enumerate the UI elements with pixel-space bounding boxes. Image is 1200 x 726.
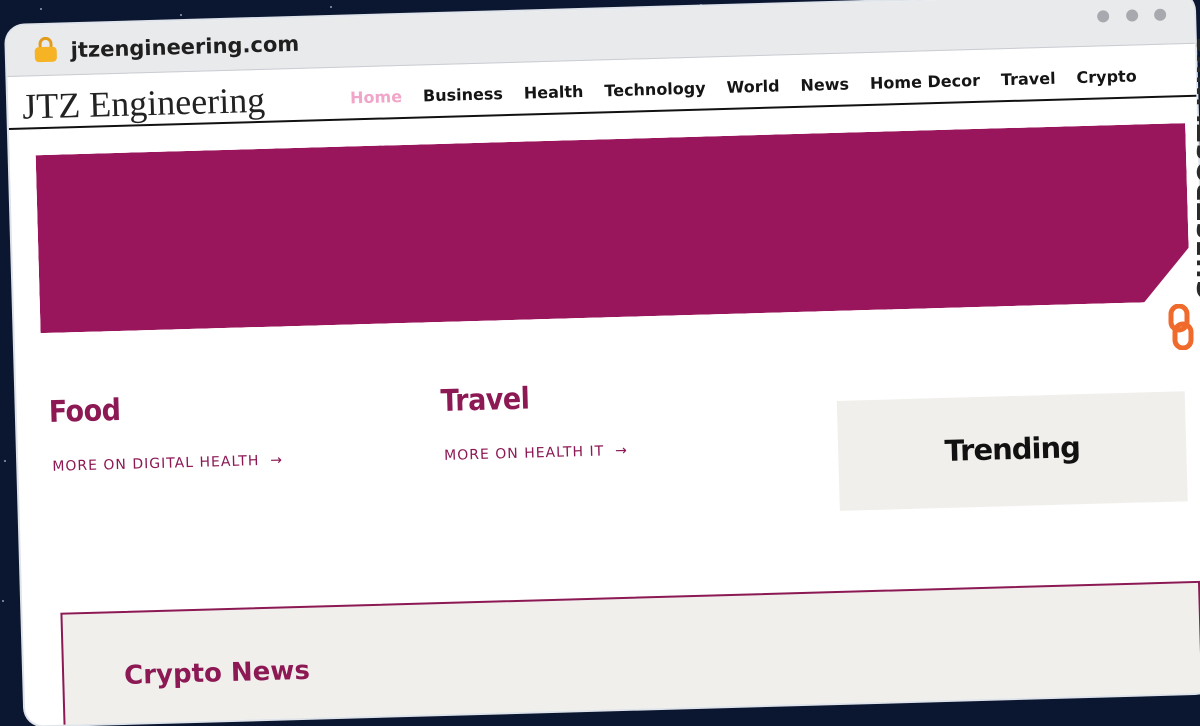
crypto-news-section: Crypto News xyxy=(60,580,1200,726)
crypto-news-title[interactable]: Crypto News xyxy=(124,656,310,691)
main-nav: Home Business Health Technology World Ne… xyxy=(350,66,1158,107)
more-link-label: MORE ON HEALTH IT xyxy=(443,443,605,464)
window-dot-icon[interactable] xyxy=(1153,8,1167,21)
nav-home[interactable]: Home xyxy=(350,87,402,107)
chain-link-icon xyxy=(1168,304,1194,350)
hero-banner xyxy=(36,123,1191,333)
watermark-text: GUESTPOSTLINKS xyxy=(1192,34,1200,300)
lock-icon xyxy=(34,36,58,63)
site-logo[interactable]: JTZ Engineering xyxy=(22,79,266,128)
category-title-travel[interactable]: Travel xyxy=(440,382,530,419)
browser-window: jtzengineering.com JTZ Engineering Home … xyxy=(6,0,1200,726)
more-link-travel[interactable]: MORE ON HEALTH IT → xyxy=(444,443,628,464)
nav-world[interactable]: World xyxy=(726,76,779,96)
nav-crypto[interactable]: Crypto xyxy=(1076,66,1137,87)
window-dot-icon[interactable] xyxy=(1097,10,1110,23)
window-controls xyxy=(1085,8,1167,28)
nav-travel[interactable]: Travel xyxy=(1001,69,1056,90)
nav-technology[interactable]: Technology xyxy=(604,78,706,100)
trending-panel: Trending xyxy=(836,391,1188,511)
arrow-right-icon: → xyxy=(264,452,284,469)
trending-title: Trending xyxy=(944,430,1081,468)
nav-home-decor[interactable]: Home Decor xyxy=(870,71,980,93)
nav-business[interactable]: Business xyxy=(423,84,503,105)
window-dot-icon[interactable] xyxy=(1125,9,1138,22)
nav-news[interactable]: News xyxy=(800,74,849,94)
url-text[interactable]: jtzengineering.com xyxy=(70,32,299,62)
more-link-label: MORE ON DIGITAL HEALTH xyxy=(52,453,260,475)
arrow-right-icon: → xyxy=(609,442,629,460)
nav-health[interactable]: Health xyxy=(524,82,584,103)
more-link-food[interactable]: MORE ON DIGITAL HEALTH → xyxy=(52,452,283,474)
category-title-food[interactable]: Food xyxy=(48,393,121,430)
